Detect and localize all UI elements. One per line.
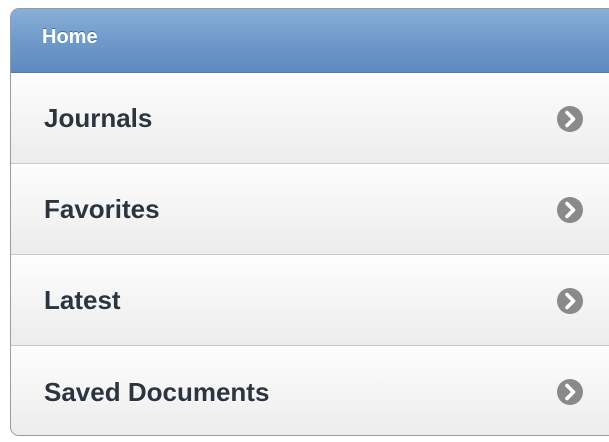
chevron-right-icon <box>557 287 583 314</box>
header-title: Home <box>42 26 98 48</box>
list-item-label: Favorites <box>44 194 160 224</box>
list-item-label: Journals <box>44 103 153 133</box>
list-item-label: Saved Documents <box>44 376 270 407</box>
chevron-right-icon <box>557 105 583 132</box>
list-item-saved-documents[interactable]: Saved Documents <box>11 346 609 435</box>
list-header: Home <box>11 9 609 73</box>
list-item-latest[interactable]: Latest <box>11 255 609 346</box>
navigation-list: Home Journals Favorites Latest Saved Doc… <box>10 8 609 436</box>
list-item-favorites[interactable]: Favorites <box>11 164 609 255</box>
chevron-right-icon <box>557 379 583 405</box>
chevron-right-icon <box>557 196 583 223</box>
list-item-journals[interactable]: Journals <box>11 73 609 164</box>
list-item-label: Latest <box>44 285 121 315</box>
